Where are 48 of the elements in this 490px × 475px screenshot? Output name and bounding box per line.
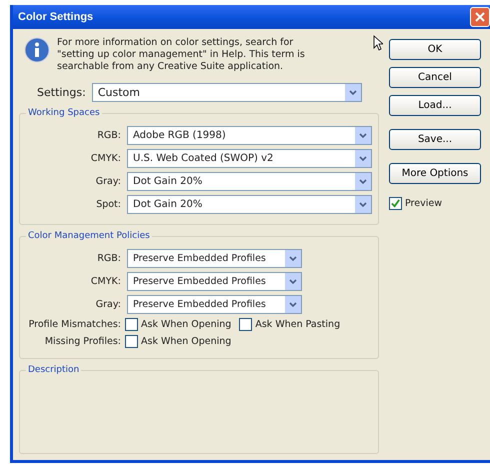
checkbox[interactable] [239,318,252,331]
checkbox[interactable] [125,335,138,348]
group-title: Description [27,365,80,375]
info-icon [23,37,51,65]
checkbox-label: Ask When Opening [141,336,232,347]
dropdown[interactable]: Preserve Embedded Profiles [127,295,302,314]
checkbox-label: Preview [405,198,442,209]
field-label: Spot: [95,199,121,210]
field-label: Settings: [37,86,86,99]
dialog-button[interactable]: OK [389,39,481,60]
window-title: Color Settings [18,11,94,23]
checkbox[interactable] [389,197,402,210]
dropdown[interactable]: Preserve Embedded Profiles [127,249,302,268]
field-label: Profile Mismatches: [28,319,121,330]
info-text: For more information on color settings, search for "setting up color management" in Help. This term is searchable from any Creative Suite application. [57,37,306,73]
dialog-button[interactable]: More Options [389,163,481,184]
settings-dropdown[interactable]: Custom [92,83,362,102]
dropdown[interactable]: U.S. Web Coated (SWOP) v2 [127,149,372,168]
dialog-button[interactable]: Save... [389,129,481,150]
caret-icon [285,250,301,267]
dialog-button[interactable]: Cancel [389,67,481,88]
caret-icon [355,173,371,190]
dropdown[interactable]: Preserve Embedded Profiles [127,272,302,291]
close-icon [475,12,485,22]
close-button[interactable] [470,7,490,27]
field-label: Missing Profiles: [44,336,121,347]
dropdown[interactable]: Dot Gain 20% [127,195,372,214]
field-label: CMYK: [90,153,121,164]
mouse-cursor-icon [373,35,383,51]
checkbox[interactable] [125,318,138,331]
caret-icon [355,196,371,213]
dialog-button[interactable]: Load... [389,95,481,116]
caret-icon [344,84,361,101]
checkbox-label: Ask When Pasting [255,319,340,330]
field-label: RGB: [96,253,121,264]
dropdown[interactable]: Adobe RGB (1998) [127,126,372,145]
group-title: Working Spaces [27,108,101,118]
caret-icon [285,296,301,313]
field-label: Gray: [94,299,121,310]
caret-icon [285,273,301,290]
group-title: Color Management Policies [27,231,151,241]
dropdown[interactable]: Dot Gain 20% [127,172,372,191]
checkbox-label: Ask When Opening [141,319,232,330]
caret-icon [355,127,371,144]
field-label: Gray: [94,176,121,187]
caret-icon [355,150,371,167]
field-label: RGB: [96,130,121,141]
field-label: CMYK: [90,276,121,287]
